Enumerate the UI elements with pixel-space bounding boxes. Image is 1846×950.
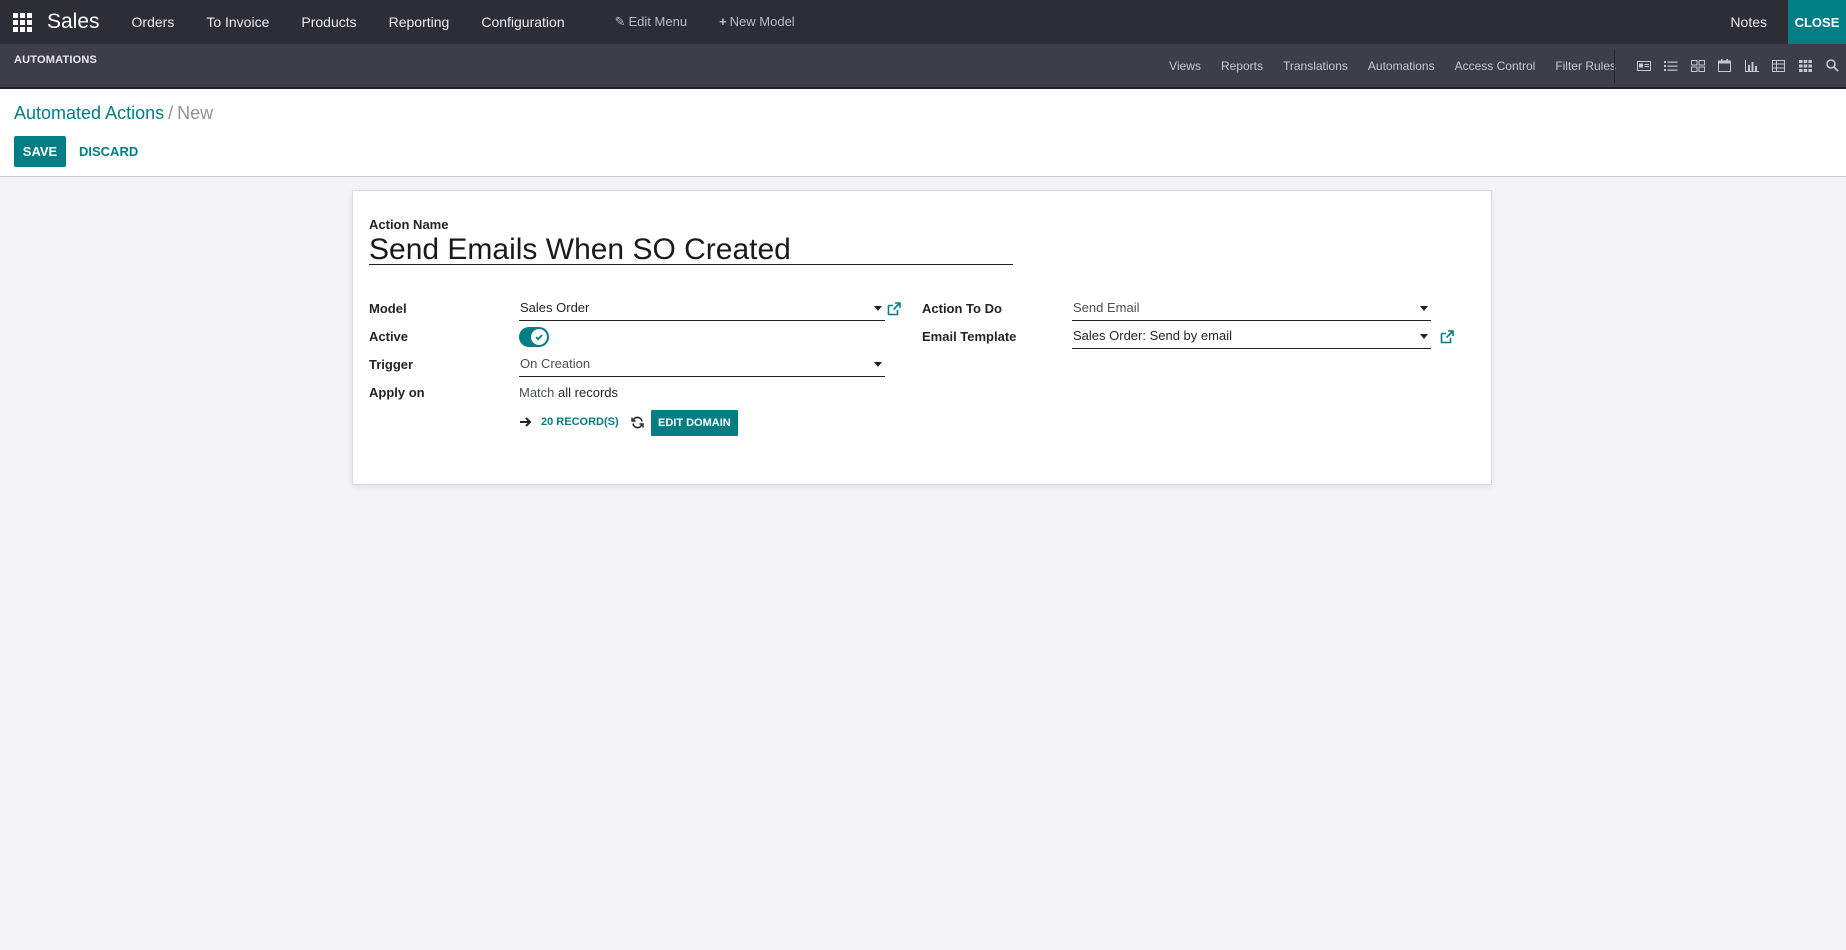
chevron-down-icon: [1420, 306, 1428, 311]
menu-orders[interactable]: Orders: [116, 0, 191, 44]
subbar-link-filter-rules[interactable]: Filter Rules: [1555, 59, 1616, 73]
apps-menu-icon[interactable]: [0, 0, 44, 44]
main-navbar: Sales Orders To Invoice Products Reporti…: [0, 0, 1846, 44]
subbar-link-translations[interactable]: Translations: [1283, 59, 1348, 73]
email-template-label: Email Template: [922, 329, 1017, 344]
edit-domain-button[interactable]: EDIT DOMAIN: [651, 410, 738, 436]
discard-button[interactable]: DISCARD: [71, 136, 146, 167]
trigger-select[interactable]: On Creation: [519, 355, 885, 377]
pencil-icon: ✎: [614, 14, 626, 29]
external-link-icon[interactable]: [1439, 329, 1455, 345]
menu-configuration[interactable]: Configuration: [465, 0, 580, 44]
save-button[interactable]: SAVE: [14, 136, 66, 167]
trigger-value: On Creation: [520, 356, 591, 371]
action-to-do-label: Action To Do: [922, 301, 1002, 316]
breadcrumb-current: New: [177, 103, 214, 123]
new-model-button[interactable]: + New Model: [703, 0, 811, 44]
plus-icon: +: [719, 14, 727, 29]
email-template-value: Sales Order: Send by email: [1073, 328, 1232, 343]
apply-on-label: Apply on: [369, 385, 425, 400]
chevron-down-icon: [874, 306, 882, 311]
menu-products[interactable]: Products: [285, 0, 372, 44]
menu-reporting[interactable]: Reporting: [373, 0, 466, 44]
active-toggle[interactable]: [519, 327, 549, 347]
email-template-select[interactable]: Sales Order: Send by email: [1072, 327, 1431, 349]
edit-menu-button[interactable]: ✎ Edit Menu: [599, 0, 703, 44]
subbar-divider: [1614, 50, 1615, 83]
action-to-do-select[interactable]: Send Email: [1072, 299, 1431, 321]
studio-subbar: AUTOMATIONS Views Reports Translations A…: [0, 44, 1846, 89]
active-label: Active: [369, 329, 409, 344]
breadcrumb: Automated Actions / New: [14, 103, 213, 124]
pivot-view-icon[interactable]: [1765, 56, 1792, 76]
grid-view-icon[interactable]: [1792, 56, 1819, 76]
notes-button[interactable]: Notes: [1709, 0, 1788, 44]
control-panel: Automated Actions / New SAVE DISCARD: [0, 89, 1846, 177]
list-view-icon[interactable]: [1657, 56, 1684, 76]
subbar-link-access-control[interactable]: Access Control: [1455, 59, 1536, 73]
model-label: Model: [369, 301, 407, 316]
breadcrumb-separator: /: [168, 103, 174, 123]
new-model-label: New Model: [729, 14, 795, 29]
form-sheet: Action Name Send Emails When SO Created …: [352, 190, 1492, 485]
form-view-icon[interactable]: [1630, 56, 1657, 76]
kanban-view-icon[interactable]: [1684, 56, 1711, 76]
subbar-link-views[interactable]: Views: [1169, 59, 1201, 73]
action-to-do-value: Send Email: [1073, 300, 1140, 315]
edit-menu-label: Edit Menu: [628, 14, 688, 29]
apply-on-value: all records: [558, 385, 618, 400]
trigger-label: Trigger: [369, 357, 414, 372]
model-value: Sales Order: [520, 300, 590, 315]
apply-on-domain: Match all records: [519, 385, 618, 400]
calendar-view-icon[interactable]: [1711, 56, 1738, 76]
arrow-right-icon: [520, 417, 532, 427]
graph-view-icon[interactable]: [1738, 56, 1765, 76]
chevron-down-icon: [1420, 334, 1428, 339]
apply-on-prefix: Match: [519, 385, 555, 400]
action-name-input[interactable]: Send Emails When SO Created: [369, 235, 1013, 265]
check-icon: [531, 329, 547, 345]
records-count-link[interactable]: 20 RECORD(S): [541, 416, 619, 428]
model-select[interactable]: Sales Order: [519, 299, 885, 321]
subbar-title: AUTOMATIONS: [14, 54, 98, 66]
chevron-down-icon: [874, 362, 882, 367]
refresh-icon[interactable]: [631, 416, 644, 429]
app-name[interactable]: Sales: [47, 10, 100, 34]
external-link-icon[interactable]: [886, 301, 902, 317]
subbar-link-reports[interactable]: Reports: [1221, 59, 1263, 73]
action-name-label: Action Name: [369, 217, 449, 232]
close-studio-button[interactable]: CLOSE: [1788, 0, 1846, 44]
breadcrumb-parent[interactable]: Automated Actions: [14, 103, 164, 123]
subbar-link-automations[interactable]: Automations: [1368, 59, 1435, 73]
menu-to-invoice[interactable]: To Invoice: [190, 0, 285, 44]
search-icon[interactable]: [1819, 56, 1846, 76]
